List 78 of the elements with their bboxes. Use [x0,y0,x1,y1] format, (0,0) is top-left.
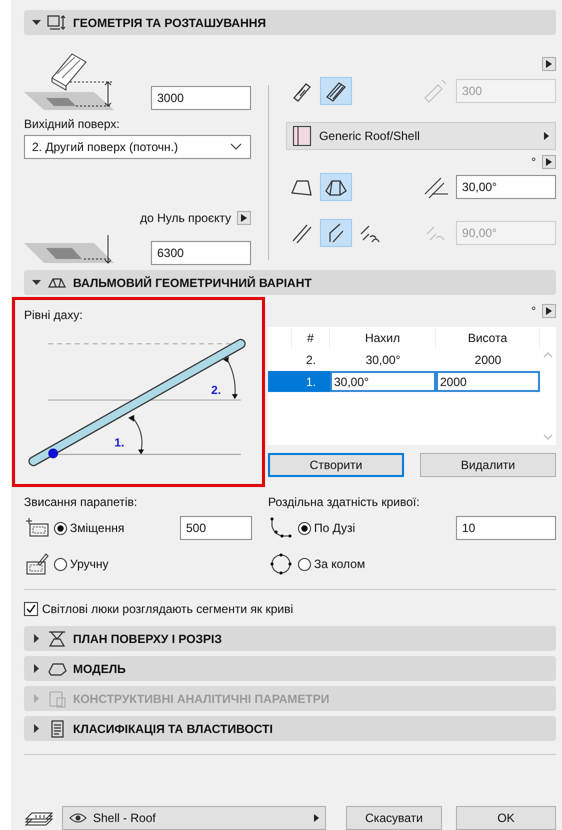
ok-button[interactable]: OK [456,806,556,830]
section-title: КОНСТРУКТИВНІ АНАЛІТИЧНІ ПАРАМЕТРИ [73,692,330,706]
floor-plan-icon [47,630,67,648]
unit-label: ° [531,304,536,318]
caret-icon[interactable] [32,18,41,27]
arc-points-icon [268,516,294,540]
section-title: КЛАСИФІКАЦІЯ ТА ВЛАСТИВОСТІ [73,722,273,736]
caret-icon[interactable] [32,664,41,673]
monitor-icon [47,14,67,32]
value-field[interactable]: 500 [180,516,252,540]
section-header[interactable]: КЛАСИФІКАЦІЯ ТА ВЛАСТИВОСТІ [24,716,556,741]
story-dropdown[interactable]: 2. Другий поверх (поточн.) [24,135,252,159]
section-header[interactable]: ПЛАН ПОВЕРХУ І РОЗРІЗ [24,626,556,651]
triangle-icon [544,132,550,140]
triangle-icon [546,60,552,68]
arrow-button[interactable] [542,155,556,169]
chevron-down-icon [230,143,242,151]
section-title: ГЕОМЕТРІЯ ТА РОЗТАШУВАННЯ [73,16,266,30]
option-label: Зміщення [70,521,124,535]
checkbox[interactable] [24,602,38,616]
layered-bar-icon [324,80,348,102]
triangle-icon [546,307,552,315]
field-label: Вихідний поверх: [24,117,121,133]
pitch-field[interactable]: 30,00° [456,175,556,199]
circle-points-icon [268,552,294,576]
eye-icon [69,812,87,824]
cancel-button[interactable]: Скасувати [346,806,442,830]
field-label: до Нуль проєкту [140,211,232,225]
offset-field[interactable]: 6300 [151,241,252,265]
arrow-button[interactable] [237,211,252,225]
vertical-edge-icon [290,222,314,244]
radio-button[interactable] [54,558,67,570]
section-header[interactable]: МОДЕЛЬ [24,656,556,681]
create-button[interactable]: Створити [268,453,404,477]
section-header[interactable]: ВАЛЬМОВИЙ ГЕОМЕТРИЧНИЙ ВАРІАНТ [24,270,556,295]
arrow-button[interactable] [542,304,556,318]
field-label: Рівні даху: [24,308,84,322]
toggle-button[interactable] [320,77,352,105]
caret-icon[interactable] [32,724,41,733]
table-cell: 1. [292,371,330,392]
group-label: Звисання парапетів: [24,495,138,509]
row-marker[interactable] [268,371,292,392]
analytic-icon [47,690,67,708]
input-field[interactable]: 2000 [436,371,540,392]
toggle-button[interactable] [320,219,352,247]
option-label: По Дузі [314,521,356,535]
arrow-button[interactable] [542,57,556,71]
triangle-icon [241,214,248,222]
section-title: ВАЛЬМОВИЙ ГЕОМЕТРИЧНИЙ ВАРІАНТ [73,276,312,290]
material-selector[interactable]: Generic Roof/Shell [286,122,556,150]
table-cell-text: 2. [304,352,317,368]
table-cell-text: 2000 [474,352,502,368]
section-header[interactable]: ГЕОМЕТРІЯ ТА РОЗТАШУВАННЯ [24,10,556,35]
option-label: Уручну [70,557,109,571]
section-title: ПЛАН ПОВЕРХУ І РОЗРІЗ [73,632,222,646]
unit-label: ° [531,155,536,169]
caret-icon[interactable] [32,634,41,643]
triangle-icon [314,814,319,822]
value-field[interactable]: 10 [456,516,556,540]
radio-button[interactable] [54,522,67,534]
level-label: 2. [211,383,222,398]
toggle-button[interactable] [320,173,352,201]
caret-icon[interactable] [32,278,41,287]
radio-button[interactable] [298,558,311,570]
option-label: За колом [314,557,366,571]
section-title: МОДЕЛЬ [73,662,126,676]
triangle-icon [546,158,552,166]
material-swatch-icon [293,126,312,146]
pencil-slab-icon [24,552,50,576]
table-cell-text: 30,00° [364,352,402,368]
radio-button[interactable] [298,522,311,534]
delete-button[interactable]: Видалити [420,453,556,477]
layer-selector[interactable]: Shell - Roof [62,806,326,830]
height-field[interactable]: 3000 [151,86,252,110]
group-label: Роздільна здатність кривої: [268,495,421,509]
level-label: 1. [114,435,124,450]
checkbox-label: Світлові люки розглядають сегменти як криві [42,602,294,616]
input-field[interactable]: 30,00° [330,371,436,392]
